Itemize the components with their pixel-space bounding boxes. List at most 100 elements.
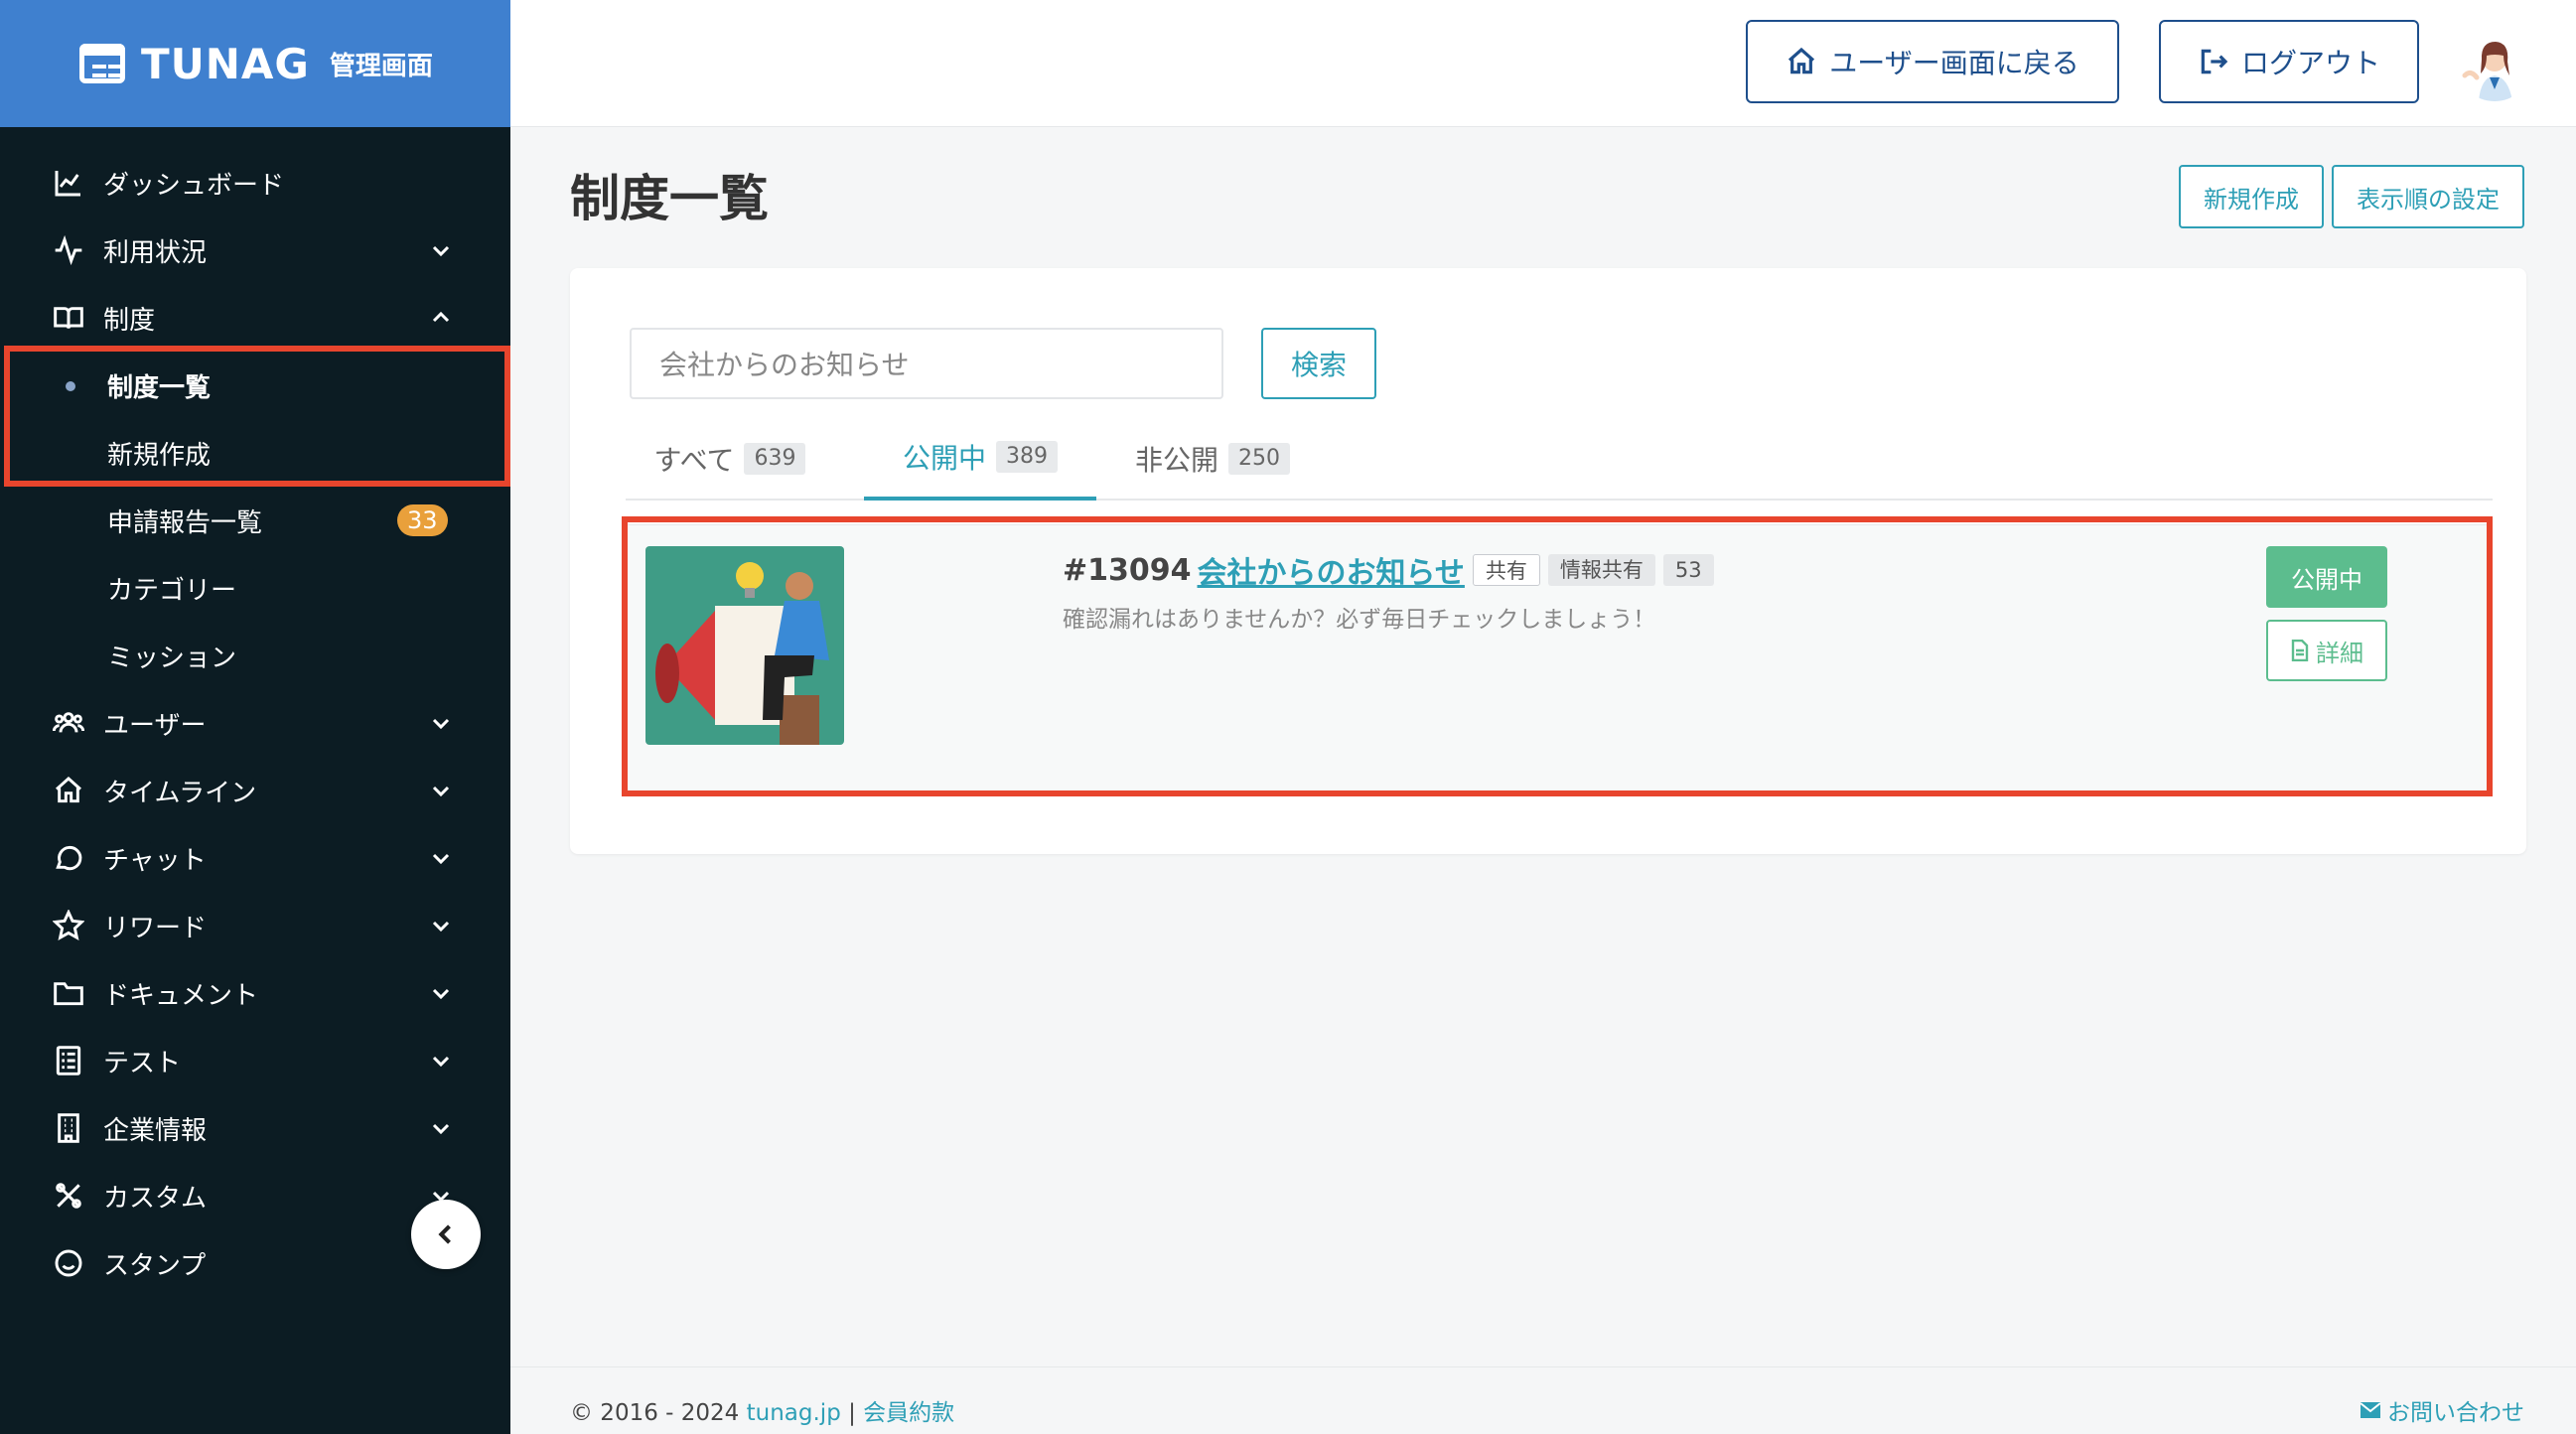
footer: © 2016 - 2024 tunag.jp | 会員約款 お問い合わせ bbox=[510, 1366, 2576, 1434]
sidebar-item-test[interactable]: テスト bbox=[0, 1027, 510, 1094]
chevron-down-icon bbox=[429, 1049, 453, 1073]
sidebar-subitem-label: カテゴリー bbox=[107, 575, 237, 606]
contact-link[interactable]: お問い合わせ bbox=[2360, 1393, 2524, 1427]
logout-button[interactable]: ログアウト bbox=[2159, 20, 2419, 103]
mail-icon bbox=[2360, 1402, 2381, 1418]
new-create-button[interactable]: 新規作成 bbox=[2179, 165, 2324, 228]
sidebar-item-label: 利用状況 bbox=[103, 237, 208, 268]
chevron-down-icon bbox=[429, 981, 453, 1005]
tools-icon bbox=[52, 1179, 85, 1213]
megaphone-illustration bbox=[645, 546, 844, 745]
item-title-link[interactable]: 会社からのお知らせ bbox=[1198, 548, 1465, 592]
chevron-up-icon bbox=[429, 306, 453, 330]
contact-label: お問い合わせ bbox=[2387, 1400, 2524, 1426]
avatar-illustration bbox=[2457, 26, 2532, 101]
sidebar-item-users[interactable]: ユーザー bbox=[0, 689, 510, 757]
sidebar-subitem-mission[interactable]: ミッション bbox=[0, 622, 510, 689]
terms-link[interactable]: 会員約款 bbox=[863, 1400, 954, 1426]
tab-count: 250 bbox=[1228, 443, 1290, 475]
count-tag: 53 bbox=[1662, 554, 1714, 586]
tab-count: 389 bbox=[996, 441, 1058, 473]
users-icon bbox=[52, 706, 85, 740]
category-tag: 情報共有 bbox=[1547, 554, 1655, 586]
sidebar-subitem-applications[interactable]: 申請報告一覧 33 bbox=[0, 487, 510, 554]
home-icon bbox=[52, 774, 85, 807]
chevron-down-icon bbox=[429, 711, 453, 735]
sidebar-subitem-label: ミッション bbox=[107, 643, 237, 673]
tab-published[interactable]: 公開中 389 bbox=[864, 417, 1096, 501]
building-icon bbox=[52, 1111, 85, 1145]
sidebar-item-label: ドキュメント bbox=[103, 980, 259, 1011]
sidebar-item-chat[interactable]: チャット bbox=[0, 824, 510, 892]
book-icon bbox=[52, 301, 85, 335]
sidebar-item-reward[interactable]: リワード bbox=[0, 892, 510, 959]
top-header: ユーザー画面に戻る ログアウト bbox=[510, 0, 2576, 127]
brand[interactable]: TUNAG 管理画面 bbox=[0, 0, 510, 127]
sidebar-subitem-category[interactable]: カテゴリー bbox=[0, 554, 510, 622]
site-link[interactable]: tunag.jp bbox=[747, 1400, 841, 1426]
chevron-down-icon bbox=[429, 238, 453, 262]
highlight-box bbox=[4, 346, 510, 487]
sidebar-nav: ダッシュボード 利用状況 制度 制度一覧 新規作成 申請報告一覧 33 カテゴリ… bbox=[0, 127, 510, 1297]
brand-name: TUNAG bbox=[141, 39, 310, 88]
chevron-down-icon bbox=[429, 846, 453, 870]
chat-bubble-icon bbox=[52, 841, 85, 875]
sidebar: TUNAG 管理画面 ダッシュボード 利用状況 制度 制度一覧 新規作成 申請報… bbox=[0, 0, 510, 1434]
tab-unpublished[interactable]: 非公開 250 bbox=[1106, 417, 1319, 501]
search-input[interactable] bbox=[630, 328, 1223, 399]
sidebar-item-label: ダッシュボード bbox=[103, 170, 285, 201]
logout-icon bbox=[2201, 49, 2228, 74]
display-order-button[interactable]: 表示順の設定 bbox=[2332, 165, 2524, 228]
sidebar-item-label: ユーザー bbox=[103, 710, 207, 741]
avatar[interactable] bbox=[2457, 26, 2532, 101]
status-tabs: すべて 639 公開中 389 非公開 250 bbox=[626, 417, 2493, 501]
page-title: 制度一覧 bbox=[570, 170, 769, 227]
copyright-text: © 2016 - 2024 bbox=[570, 1400, 747, 1426]
tab-count: 639 bbox=[744, 443, 806, 475]
sidebar-item-system[interactable]: 制度 bbox=[0, 284, 510, 352]
detail-button[interactable]: 詳細 bbox=[2266, 620, 2387, 681]
brand-subtitle: 管理画面 bbox=[329, 51, 433, 81]
sidebar-item-timeline[interactable]: タイムライン bbox=[0, 757, 510, 824]
chevron-down-icon bbox=[429, 1116, 453, 1140]
sidebar-subitem-label: 申請報告一覧 bbox=[107, 507, 263, 538]
tab-label: 公開中 bbox=[902, 442, 986, 475]
tab-label: 非公開 bbox=[1134, 444, 1218, 477]
sidebar-item-company[interactable]: 企業情報 bbox=[0, 1094, 510, 1162]
sidebar-item-label: タイムライン bbox=[103, 778, 257, 808]
detail-label: 詳細 bbox=[2316, 639, 2363, 667]
tunag-logo-icon bbox=[79, 44, 125, 83]
chevron-down-icon bbox=[429, 779, 453, 802]
sidebar-item-label: 制度 bbox=[103, 305, 156, 336]
tab-all[interactable]: すべて 639 bbox=[626, 417, 834, 501]
count-badge: 33 bbox=[397, 504, 448, 536]
footer-copyright: © 2016 - 2024 tunag.jp | 会員約款 bbox=[570, 1393, 954, 1427]
pulse-icon bbox=[52, 233, 85, 267]
sidebar-item-document[interactable]: ドキュメント bbox=[0, 959, 510, 1027]
item-id: #13094 bbox=[1063, 552, 1192, 588]
chevron-left-icon bbox=[438, 1224, 451, 1244]
logout-label: ログアウト bbox=[2240, 47, 2380, 79]
sidebar-item-label: テスト bbox=[103, 1048, 182, 1078]
sidebar-item-label: スタンプ bbox=[103, 1250, 207, 1281]
sidebar-item-dashboard[interactable]: ダッシュボード bbox=[0, 149, 510, 216]
sidebar-item-label: カスタム bbox=[103, 1183, 208, 1214]
status-published-button[interactable]: 公開中 bbox=[2266, 546, 2387, 608]
document-icon bbox=[2291, 640, 2309, 661]
share-tag: 共有 bbox=[1472, 554, 1540, 586]
star-icon bbox=[52, 909, 85, 942]
home-icon bbox=[1789, 47, 1815, 74]
back-to-user-label: ユーザー画面に戻る bbox=[1829, 47, 2079, 79]
sidebar-item-label: 企業情報 bbox=[103, 1115, 208, 1146]
sidebar-collapse-button[interactable] bbox=[411, 1200, 481, 1269]
item-title: #13094 会社からのお知らせ 共有 情報共有 53 bbox=[1063, 548, 1714, 592]
search-button[interactable]: 検索 bbox=[1261, 328, 1376, 399]
back-to-user-button[interactable]: ユーザー画面に戻る bbox=[1746, 20, 2119, 103]
sidebar-item-label: リワード bbox=[103, 913, 208, 943]
chart-line-icon bbox=[52, 166, 85, 200]
chevron-down-icon bbox=[429, 914, 453, 937]
smile-icon bbox=[52, 1246, 85, 1280]
sidebar-item-usage[interactable]: 利用状況 bbox=[0, 216, 510, 284]
checklist-icon bbox=[52, 1044, 85, 1077]
item-thumbnail[interactable] bbox=[645, 546, 844, 745]
